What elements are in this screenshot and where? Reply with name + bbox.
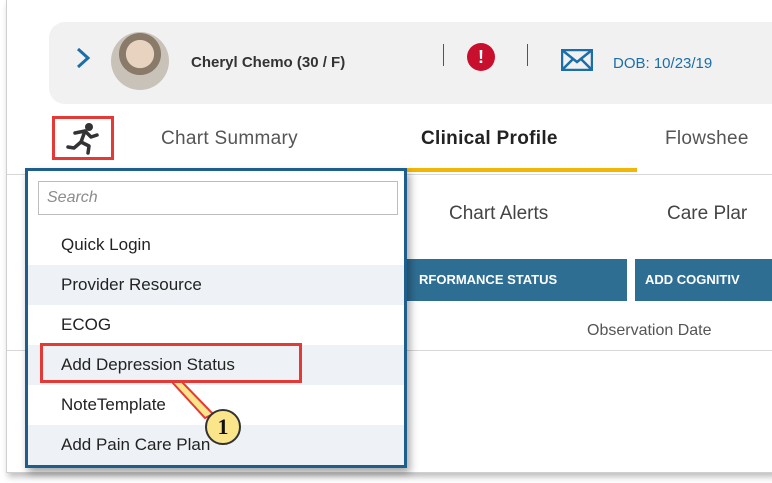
callout-pointer	[169, 381, 215, 420]
step-number-badge: 1	[205, 409, 241, 445]
